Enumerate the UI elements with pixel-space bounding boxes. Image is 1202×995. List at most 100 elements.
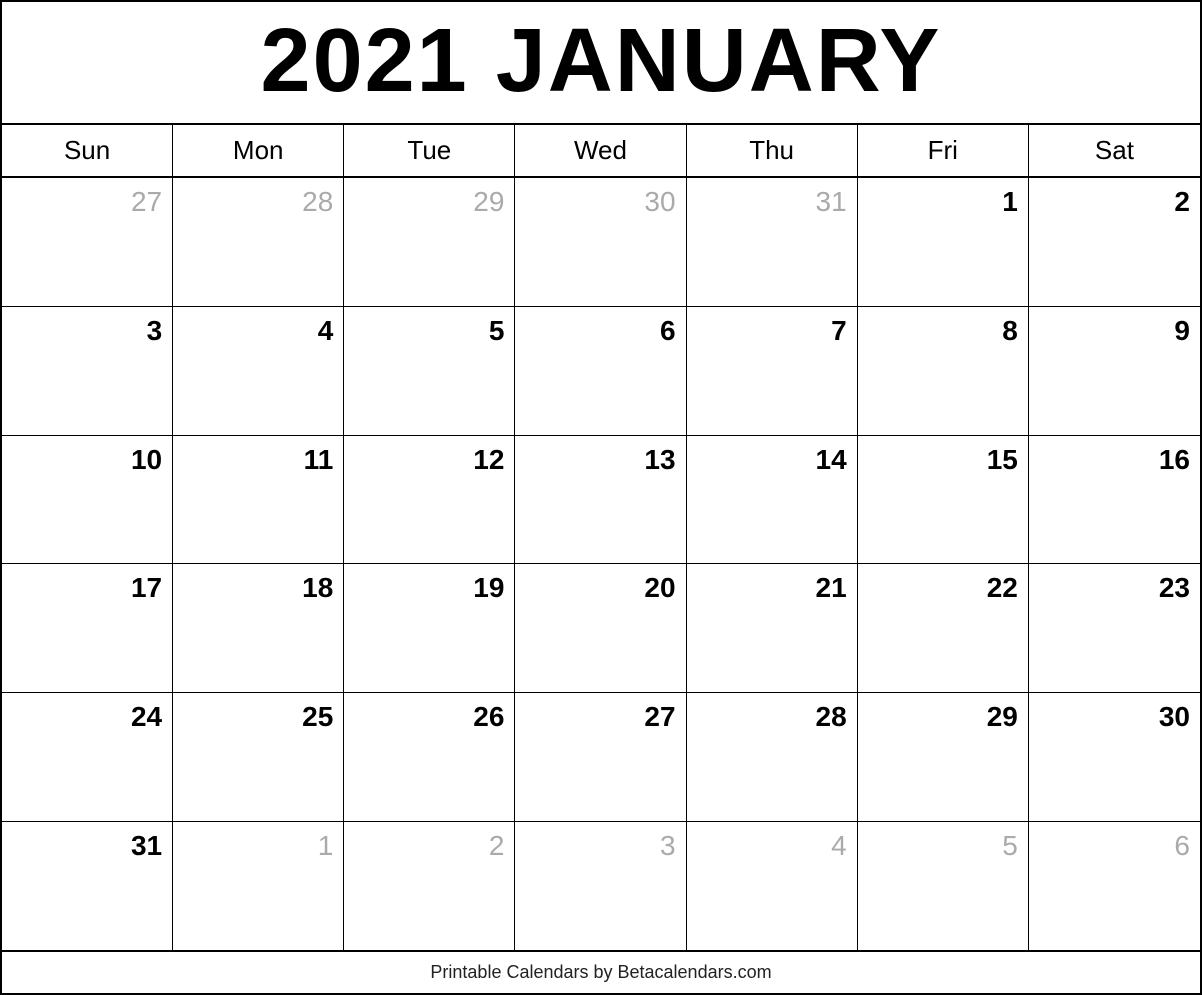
day-cell: 3 [515,822,686,950]
calendar-grid: SunMonTueWedThuFriSat 272829303112345678… [2,125,1200,950]
day-number: 30 [525,186,675,218]
day-number: 3 [525,830,675,862]
day-cell: 24 [2,693,173,821]
day-number: 18 [183,572,333,604]
day-cell: 16 [1029,436,1200,564]
day-number: 2 [1039,186,1190,218]
day-number: 30 [1039,701,1190,733]
week-row-1: 27 28 29 30 31 12 [2,178,1200,307]
day-cell: 29 [344,178,515,306]
day-cell: 21 [687,564,858,692]
calendar-footer: Printable Calendars by Betacalendars.com [2,950,1200,993]
day-cell: 9 [1029,307,1200,435]
day-number: 5 [354,315,504,347]
day-cell: 8 [858,307,1029,435]
day-number: 28 [183,186,333,218]
day-number: 19 [354,572,504,604]
day-header-tue: Tue [344,125,515,176]
day-cell: 5 [344,307,515,435]
day-cell: 4 [173,307,344,435]
day-number: 1 [868,186,1018,218]
calendar: 2021 JANUARY SunMonTueWedThuFriSat 27282… [0,0,1202,995]
day-number: 4 [697,830,847,862]
day-cell: 19 [344,564,515,692]
day-cell: 17 [2,564,173,692]
day-cell: 14 [687,436,858,564]
day-cell: 6 [1029,822,1200,950]
day-cell: 2 [344,822,515,950]
day-number: 5 [868,830,1018,862]
day-number: 6 [525,315,675,347]
day-number: 16 [1039,444,1190,476]
day-cell: 11 [173,436,344,564]
day-number: 11 [183,444,333,476]
day-header-sat: Sat [1029,125,1200,176]
day-headers-row: SunMonTueWedThuFriSat [2,125,1200,178]
day-number: 8 [868,315,1018,347]
day-number: 15 [868,444,1018,476]
day-number: 13 [525,444,675,476]
day-cell: 27 [515,693,686,821]
calendar-title: 2021 JANUARY [2,2,1200,125]
day-cell: 4 [687,822,858,950]
day-number: 29 [868,701,1018,733]
day-number: 22 [868,572,1018,604]
day-number: 31 [697,186,847,218]
week-row-5: 24 25 26 27 28 29 30 [2,693,1200,822]
day-number: 17 [12,572,162,604]
day-header-sun: Sun [2,125,173,176]
day-cell: 27 [2,178,173,306]
day-cell: 2 [1029,178,1200,306]
day-number: 3 [12,315,162,347]
day-cell: 25 [173,693,344,821]
day-number: 6 [1039,830,1190,862]
day-cell: 1 [858,178,1029,306]
day-cell: 23 [1029,564,1200,692]
day-number: 7 [697,315,847,347]
day-header-fri: Fri [858,125,1029,176]
day-number: 4 [183,315,333,347]
day-cell: 13 [515,436,686,564]
week-row-6: 31 123456 [2,822,1200,950]
day-number: 26 [354,701,504,733]
day-cell: 12 [344,436,515,564]
day-cell: 3 [2,307,173,435]
day-number: 21 [697,572,847,604]
day-number: 29 [354,186,504,218]
day-cell: 31 [687,178,858,306]
day-cell: 31 [2,822,173,950]
day-cell: 29 [858,693,1029,821]
week-row-4: 17 18 19 20 21 22 23 [2,564,1200,693]
day-cell: 30 [1029,693,1200,821]
day-number: 14 [697,444,847,476]
day-number: 27 [12,186,162,218]
day-cell: 28 [173,178,344,306]
day-cell: 6 [515,307,686,435]
day-cell: 18 [173,564,344,692]
day-header-mon: Mon [173,125,344,176]
day-cell: 22 [858,564,1029,692]
day-number: 20 [525,572,675,604]
day-header-wed: Wed [515,125,686,176]
day-number: 25 [183,701,333,733]
week-row-3: 10 11 12 13 14 15 16 [2,436,1200,565]
day-number: 23 [1039,572,1190,604]
day-cell: 28 [687,693,858,821]
week-row-2: 3456789 [2,307,1200,436]
day-cell: 15 [858,436,1029,564]
day-cell: 5 [858,822,1029,950]
day-cell: 20 [515,564,686,692]
day-number: 9 [1039,315,1190,347]
day-number: 28 [697,701,847,733]
day-number: 2 [354,830,504,862]
day-number: 12 [354,444,504,476]
day-number: 27 [525,701,675,733]
day-number: 1 [183,830,333,862]
day-header-thu: Thu [687,125,858,176]
day-cell: 30 [515,178,686,306]
day-cell: 7 [687,307,858,435]
day-number: 10 [12,444,162,476]
day-number: 31 [12,830,162,862]
day-cell: 10 [2,436,173,564]
day-number: 24 [12,701,162,733]
